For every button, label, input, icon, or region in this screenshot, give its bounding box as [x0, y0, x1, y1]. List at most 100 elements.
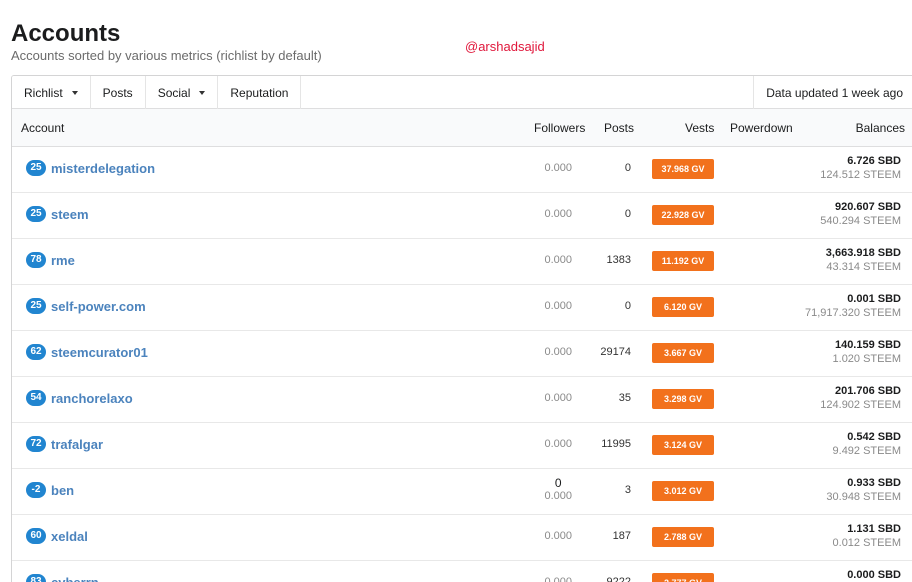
posts-count: 29174 — [600, 346, 631, 358]
sbd-balance: 0.933 SBD — [847, 477, 901, 489]
balances-cell: 3,663.918 SBD 43.314 STEEM — [826, 246, 901, 274]
accounts-panel: Richlist Posts Social Reputation Data up… — [11, 75, 912, 582]
menu-posts-label: Posts — [102, 85, 133, 100]
sbd-balance: 3,663.918 SBD — [825, 247, 901, 259]
table-header: Account Followers Posts Vests Powerdown … — [12, 109, 912, 147]
account-link[interactable]: cyberrn — [51, 574, 99, 582]
steem-balance: 0.012 STEEM — [832, 537, 901, 549]
posts-count: 0 — [624, 162, 631, 174]
reputation-badge: 83 — [26, 574, 46, 582]
vests-label: 2.777 GV — [652, 573, 714, 582]
reputation-badge: 25 — [26, 160, 46, 176]
menu-richlist-label: Richlist — [24, 85, 63, 100]
reputation-badge: 25 — [26, 298, 46, 314]
balances-cell: 0.933 SBD 30.948 STEEM — [826, 476, 901, 504]
followers-value: 0.000 — [544, 300, 572, 312]
chevron-down-icon — [199, 91, 206, 95]
vests-label: 11.192 GV — [652, 251, 714, 271]
column-balances[interactable]: Balances — [856, 121, 905, 135]
followers-value: 0.000 — [544, 346, 572, 358]
followers-cell: 0 0.000 — [544, 477, 572, 503]
vests-label: 37.968 GV — [652, 159, 714, 179]
table-row[interactable]: 25 self-power.com 0.000 0 6.120 GV 0.001 SBD 7… — [12, 285, 912, 331]
menu-spacer — [301, 76, 753, 108]
table-row[interactable]: -2 ben 0 0.000 3 3.012 GV 0.933 SBD 30.948 STEE… — [12, 469, 912, 515]
posts-count: 0 — [624, 208, 631, 220]
table-row[interactable]: 62 steemcurator01 0.000 29174 3.667 GV 140.15… — [12, 331, 912, 377]
followers-cell: 0.000 — [544, 162, 572, 175]
balances-cell: 201.706 SBD 124.902 STEEM — [820, 384, 901, 412]
reputation-badge: 62 — [26, 344, 46, 360]
followers-cell: 0.000 — [544, 346, 572, 359]
reputation-badge: 60 — [26, 528, 46, 544]
posts-count: 35 — [618, 392, 631, 404]
steem-balance: 71,917.320 STEEM — [804, 307, 901, 319]
account-link[interactable]: trafalgar — [51, 436, 103, 453]
table-row[interactable]: 72 trafalgar 0.000 11995 3.124 GV 0.542 SBD 9.… — [12, 423, 912, 469]
sort-menu: Richlist Posts Social Reputation Data up… — [12, 76, 912, 109]
data-updated-status: Data updated 1 week ago — [753, 76, 912, 109]
balances-cell: 0.001 SBD 71,917.320 STEEM — [805, 292, 901, 320]
table-row[interactable]: 25 misterdelegation 0.000 0 37.968 GV 6.726 S… — [12, 147, 912, 193]
reputation-badge: 72 — [26, 436, 46, 452]
steem-balance: 1.020 STEEM — [832, 353, 901, 365]
vests-label: 2.788 GV — [652, 527, 714, 547]
posts-count: 11995 — [601, 438, 631, 450]
followers-cell: 0.000 — [544, 254, 572, 267]
column-vests[interactable]: Vests — [685, 121, 714, 135]
sbd-balance: 201.706 SBD — [834, 385, 901, 397]
table-row[interactable]: 54 ranchorelaxo 0.000 35 3.298 GV 201.706 SBD… — [12, 377, 912, 423]
account-link[interactable]: rme — [51, 252, 75, 269]
table-body: 25 misterdelegation 0.000 0 37.968 GV 6.726 S… — [12, 147, 912, 582]
balances-cell: 6.726 SBD 124.512 STEEM — [820, 154, 901, 182]
vests-label: 3.667 GV — [652, 343, 714, 363]
menu-reputation[interactable]: Reputation — [218, 76, 302, 109]
followers-value: 0.000 — [544, 254, 572, 266]
posts-count: 0 — [624, 300, 631, 312]
account-link[interactable]: self-power.com — [51, 298, 146, 315]
reputation-badge: 25 — [26, 206, 46, 222]
column-followers[interactable]: Followers — [534, 121, 585, 135]
followers-cell: 0.000 — [544, 530, 572, 543]
vests-label: 3.012 GV — [652, 481, 714, 501]
vests-label: 3.124 GV — [652, 435, 714, 455]
account-link[interactable]: ranchorelaxo — [51, 390, 133, 407]
menu-social[interactable]: Social — [146, 76, 219, 109]
followers-value: 0.000 — [544, 490, 572, 502]
vests-label: 6.120 GV — [652, 297, 714, 317]
account-link[interactable]: steem — [51, 206, 89, 223]
balances-cell: 0.000 SBD — [847, 568, 901, 582]
vests-label: 22.928 GV — [652, 205, 714, 225]
table-row[interactable]: 78 rme 0.000 1383 11.192 GV 3,663.918 SBD 43.3… — [12, 239, 912, 285]
steem-balance: 43.314 STEEM — [826, 261, 901, 273]
column-posts[interactable]: Posts — [604, 121, 634, 135]
account-link[interactable]: steemcurator01 — [51, 344, 148, 361]
sbd-balance: 140.159 SBD — [834, 339, 901, 351]
reputation-badge: -2 — [26, 482, 46, 498]
followers-cell: 0.000 — [544, 208, 572, 221]
sbd-balance: 6.726 SBD — [847, 155, 901, 167]
followers-cell: 0.000 — [544, 392, 572, 405]
steem-balance: 9.492 STEEM — [832, 445, 901, 457]
column-powerdown[interactable]: Powerdown — [730, 121, 793, 135]
menu-social-label: Social — [157, 85, 191, 100]
steem-balance: 124.902 STEEM — [820, 399, 901, 411]
followers-count: 0 — [554, 476, 562, 490]
sbd-balance: 0.542 SBD — [847, 431, 901, 443]
followers-value: 0.000 — [544, 162, 572, 174]
followers-value: 0.000 — [544, 208, 572, 220]
account-link[interactable]: misterdelegation — [51, 160, 155, 177]
balances-cell: 140.159 SBD 1.020 STEEM — [833, 338, 901, 366]
account-link[interactable]: ben — [51, 482, 74, 499]
table-row[interactable]: 25 steem 0.000 0 22.928 GV 920.607 SBD 540.294… — [12, 193, 912, 239]
column-account[interactable]: Account — [21, 121, 64, 135]
page-title: Accounts — [11, 20, 121, 47]
table-row[interactable]: 83 cyberrn 0.000 9222 2.777 GV 0.000 SBD — [12, 561, 912, 582]
followers-value: 0.000 — [544, 576, 572, 582]
account-link[interactable]: xeldal — [51, 528, 88, 545]
menu-richlist[interactable]: Richlist — [12, 76, 91, 109]
table-row[interactable]: 60 xeldal 0.000 187 2.788 GV 1.131 SBD 0.012 S… — [12, 515, 912, 561]
reputation-badge: 78 — [26, 252, 46, 268]
menu-posts[interactable]: Posts — [91, 76, 146, 109]
followers-value: 0.000 — [544, 530, 572, 542]
